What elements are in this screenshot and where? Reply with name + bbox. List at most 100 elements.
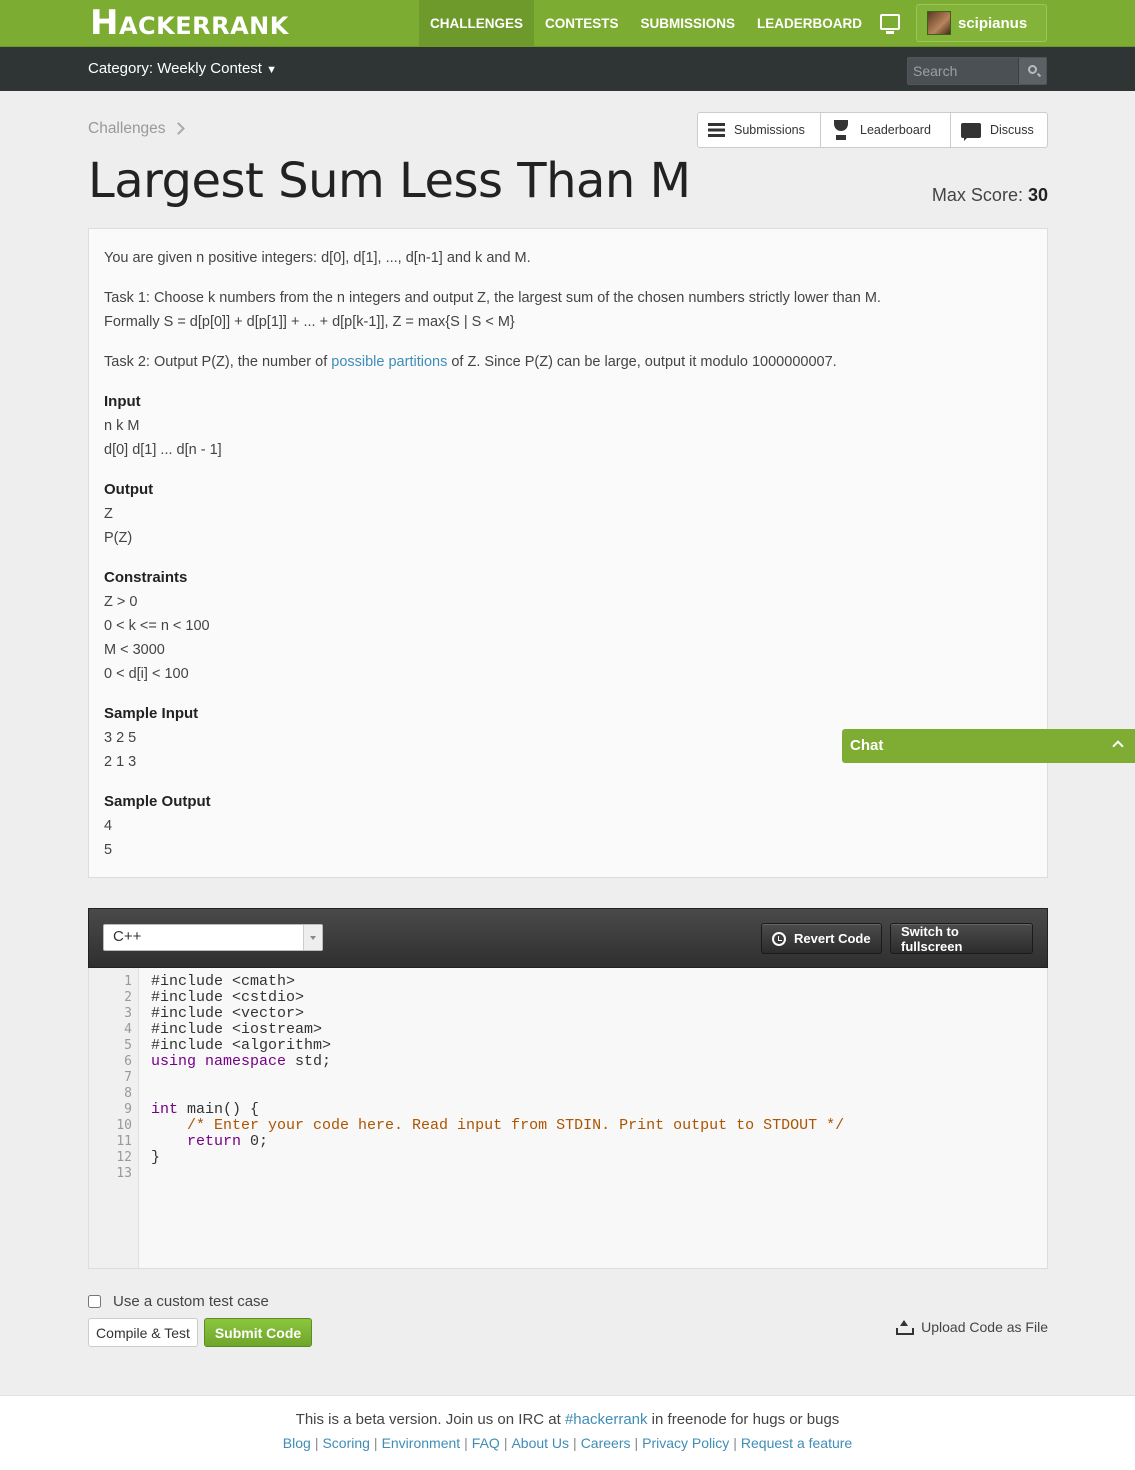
custom-test-label: Use a custom test case: [113, 1293, 269, 1310]
footer-link-request-feature[interactable]: Request a feature: [741, 1435, 852, 1451]
avatar: [927, 11, 951, 35]
output-line: P(Z): [104, 530, 133, 546]
code-line: #include <cstdio>: [151, 989, 305, 1006]
search-icon: [1028, 65, 1037, 74]
code-line: /* Enter your code here. Read input from…: [151, 1118, 844, 1134]
sample-input-heading: Sample Input: [104, 705, 199, 722]
custom-test-checkbox[interactable]: [88, 1295, 101, 1308]
fullscreen-label: Switch to fullscreen: [901, 923, 963, 954]
line-number: 3: [124, 1006, 132, 1021]
chat-panel-toggle[interactable]: Chat: [842, 729, 1135, 763]
user-menu[interactable]: scipianus: [916, 4, 1047, 42]
constraint-line: M < 3000: [104, 642, 165, 658]
beta-text-post: in freenode for hugs or bugs: [647, 1411, 840, 1428]
footer-link-privacy[interactable]: Privacy Policy: [642, 1435, 729, 1451]
fullscreen-button[interactable]: Switch to fullscreen: [890, 923, 1033, 954]
search-button[interactable]: [1018, 58, 1046, 84]
upload-icon: [896, 1320, 915, 1335]
task1-text: Task 1: Choose k numbers from the n inte…: [104, 290, 881, 306]
footer: This is a beta version. Join us on IRC a…: [0, 1395, 1135, 1470]
upload-code-button[interactable]: Upload Code as File: [896, 1319, 1048, 1335]
code-text: 0;: [241, 1133, 269, 1150]
output-line: Z: [104, 506, 113, 522]
chat-label: Chat: [850, 737, 884, 754]
upload-label: Upload Code as File: [921, 1319, 1048, 1335]
input-line: n k M: [104, 418, 140, 434]
line-number-gutter: 1 2 3 4 5 6 7 8 9 10 11 12 13: [89, 968, 139, 1268]
nav-leaderboard[interactable]: LEADERBOARD: [746, 0, 873, 46]
statement-task2: Task 2: Output P(Z), the number of possi…: [104, 350, 1032, 374]
separator: |: [573, 1435, 577, 1451]
separator: |: [464, 1435, 468, 1451]
output-heading: Output: [104, 481, 154, 498]
nav-contests[interactable]: CONTESTS: [534, 0, 630, 46]
code-line: #include <iostream>: [151, 1021, 323, 1038]
footer-link-environment[interactable]: Environment: [382, 1435, 461, 1451]
separator: |: [733, 1435, 737, 1451]
category-dropdown[interactable]: Category: Weekly Contest ▼: [88, 60, 277, 77]
separator: |: [634, 1435, 639, 1451]
monitor-icon[interactable]: [880, 14, 900, 34]
line-number: 7: [124, 1070, 132, 1085]
leaderboard-button[interactable]: Leaderboard: [821, 113, 951, 147]
code-line: return 0;: [151, 1134, 844, 1150]
line-number: 1: [124, 974, 132, 989]
breadcrumb-challenges[interactable]: Challenges: [88, 120, 166, 137]
footer-link-faq[interactable]: FAQ: [472, 1435, 500, 1451]
discuss-label: Discuss: [990, 123, 1034, 137]
beta-notice: This is a beta version. Join us on IRC a…: [0, 1411, 1135, 1428]
footer-link-about[interactable]: About Us: [511, 1435, 569, 1451]
line-number: 9: [124, 1102, 132, 1117]
code-text: main() {: [178, 1101, 260, 1118]
custom-test-case[interactable]: Use a custom test case: [88, 1293, 269, 1310]
footer-link-careers[interactable]: Careers: [581, 1435, 631, 1451]
revert-code-button[interactable]: Revert Code: [761, 923, 882, 954]
sample-output-line: 5: [104, 842, 113, 858]
line-number: 13: [116, 1166, 132, 1181]
line-number: 10: [116, 1118, 132, 1133]
username: scipianus: [958, 14, 1028, 32]
leaderboard-label: Leaderboard: [860, 123, 931, 137]
nav-challenges[interactable]: CHALLENGES: [419, 0, 535, 46]
hackerrank-logo[interactable]: HACKERRANK: [90, 6, 289, 41]
code-editor[interactable]: 1 2 3 4 5 6 7 8 9 10 11 12 13 #include <…: [88, 968, 1048, 1269]
submissions-button[interactable]: Submissions: [698, 113, 821, 147]
dropdown-arrow-icon: [303, 925, 322, 950]
breadcrumb[interactable]: Challenges: [88, 120, 185, 138]
page-title: Largest Sum Less Than M: [88, 153, 691, 209]
irc-link[interactable]: #hackerrank: [565, 1411, 648, 1428]
discuss-button[interactable]: Discuss: [951, 113, 1047, 147]
language-select[interactable]: C++: [103, 924, 323, 951]
constraint-line: Z > 0: [104, 594, 138, 610]
task1-formula: Formally S = d[p[0]] + d[p[1]] + ... + d…: [104, 314, 515, 330]
line-number: 5: [124, 1038, 132, 1053]
code-lines[interactable]: #include <cmath> #include <cstdio> #incl…: [151, 974, 844, 1182]
constraints-section: Constraints Z > 0 0 < k <= n < 100 M < 3…: [104, 566, 1032, 686]
input-heading: Input: [104, 393, 141, 410]
max-score-label: Max Score:: [931, 185, 1023, 205]
footer-link-blog[interactable]: Blog: [283, 1435, 311, 1451]
category-bar: Category: Weekly Contest ▼: [0, 47, 1135, 91]
trophy-icon: [831, 120, 851, 140]
line-number: 11: [116, 1134, 132, 1149]
constraint-line: 0 < d[i] < 100: [104, 666, 189, 682]
main-nav: CHALLENGES CONTESTS SUBMISSIONS LEADERBO…: [419, 0, 873, 46]
nav-submissions[interactable]: SUBMISSIONS: [630, 0, 747, 46]
output-section: Output Z P(Z): [104, 478, 1032, 550]
editor-toolbar: C++ Revert Code Switch to fullscreen: [88, 908, 1048, 968]
line-number: 2: [124, 990, 132, 1005]
search-input[interactable]: [908, 58, 1019, 84]
possible-partitions-link[interactable]: possible partitions: [331, 354, 447, 370]
footer-link-scoring[interactable]: Scoring: [322, 1435, 369, 1451]
code-line: #include <cmath>: [151, 973, 296, 990]
language-value: C++: [113, 928, 142, 945]
submit-code-button[interactable]: Submit Code: [204, 1318, 312, 1347]
compile-test-button[interactable]: Compile & Test: [88, 1318, 198, 1347]
task2-text-pre: Task 2: Output P(Z), the number of: [104, 354, 332, 370]
input-section: Input n k M d[0] d[1] ... d[n - 1]: [104, 390, 1032, 462]
